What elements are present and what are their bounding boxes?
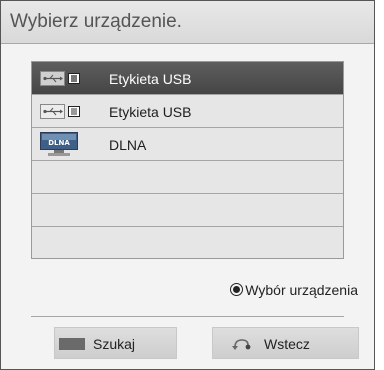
device-label: Etykieta USB [109, 71, 192, 87]
empty-row [32, 161, 343, 194]
radio-bullet-icon [230, 283, 244, 296]
device-item-usb-1[interactable]: Etykieta USB [32, 62, 343, 95]
dialog-title: Wybierz urządzenie. [10, 11, 182, 32]
color-key-icon [59, 338, 85, 350]
back-button[interactable]: Wstecz [212, 327, 359, 359]
dialog-titlebar: Wybierz urządzenie. [1, 1, 374, 44]
svg-text:DLNA: DLNA [48, 139, 70, 147]
hint-text: Wybór urządzenia [245, 282, 358, 298]
back-arrow-icon [232, 339, 251, 350]
device-select-dialog: Wybierz urządzenie. Etykieta USB Etykiet… [0, 0, 375, 370]
usb-drive-icon [40, 104, 80, 119]
footer-divider [31, 316, 344, 317]
device-item-dlna[interactable]: DLNA DLNA [32, 128, 343, 161]
device-label: Etykieta USB [109, 104, 192, 120]
back-button-label: Wstecz [264, 336, 310, 352]
empty-row [32, 227, 343, 260]
search-button[interactable]: Szukaj [54, 327, 177, 359]
device-list: Etykieta USB Etykieta USB DLNA DLNA [31, 61, 344, 259]
select-device-hint: Wybór urządzenia [230, 282, 358, 298]
device-item-usb-2[interactable]: Etykieta USB [32, 95, 343, 128]
usb-drive-icon [40, 71, 80, 86]
device-label: DLNA [109, 137, 147, 153]
search-button-label: Szukaj [93, 336, 136, 352]
dlna-server-icon: DLNA [40, 132, 78, 156]
empty-row [32, 194, 343, 227]
